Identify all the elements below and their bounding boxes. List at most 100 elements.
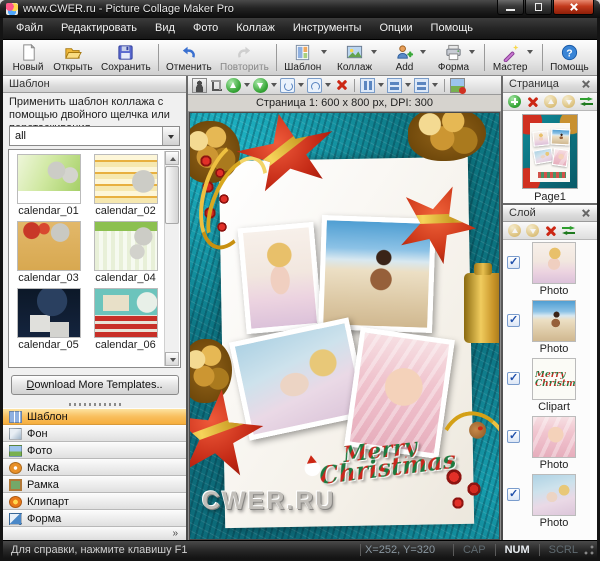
template-thumbnail[interactable] xyxy=(94,154,158,204)
menu-file[interactable]: Файл xyxy=(7,18,52,39)
crop-icon[interactable] xyxy=(209,78,224,93)
layer-visibility-checkbox[interactable] xyxy=(507,430,520,443)
layer-down-icon[interactable] xyxy=(526,224,539,237)
chevron-down-icon[interactable] xyxy=(244,83,250,87)
wizard-button[interactable]: Мастер xyxy=(488,41,531,74)
close-icon[interactable] xyxy=(581,79,591,89)
layer-item[interactable]: Photo xyxy=(503,416,597,474)
layer-visibility-checkbox[interactable] xyxy=(507,256,520,269)
layer-thumbnail[interactable] xyxy=(532,474,576,516)
remove-image-icon[interactable] xyxy=(450,78,465,93)
download-more-templates-button[interactable]: Download More Templates.. xyxy=(11,375,179,395)
align-vertical-icon[interactable] xyxy=(360,78,375,93)
undo-button[interactable]: Отменить xyxy=(162,41,216,74)
layer-thumbnail[interactable] xyxy=(532,242,576,284)
close-icon[interactable] xyxy=(581,208,591,218)
canvas-workspace[interactable]: Merry Christmas CWER.RU xyxy=(188,112,501,540)
layer-thumbnail[interactable] xyxy=(532,416,576,458)
chevron-down-icon[interactable] xyxy=(378,83,384,87)
template-scrollbar[interactable] xyxy=(164,151,179,366)
chevron-down-icon[interactable] xyxy=(371,50,377,54)
chevron-down-icon[interactable] xyxy=(405,83,411,87)
redo-button[interactable]: Повторить xyxy=(216,41,273,74)
swap-layers-icon[interactable] xyxy=(562,224,577,237)
collage-button[interactable]: Коллаж xyxy=(333,41,377,74)
template-thumbnail[interactable] xyxy=(94,288,158,338)
scroll-down-icon[interactable] xyxy=(165,352,179,366)
chevron-down-icon[interactable] xyxy=(271,83,277,87)
resize-grip[interactable] xyxy=(583,544,595,556)
layer-up-icon[interactable] xyxy=(508,224,521,237)
minimize-button[interactable] xyxy=(497,0,524,15)
add-page-icon[interactable] xyxy=(508,95,521,108)
menu-photo[interactable]: Фото xyxy=(184,18,227,39)
menu-collage[interactable]: Коллаж xyxy=(227,18,284,39)
select-photo-icon[interactable] xyxy=(192,78,207,93)
move-down-icon[interactable] xyxy=(253,78,268,93)
save-button[interactable]: Сохранить xyxy=(97,41,155,74)
sidebar-item-mask[interactable]: Маска xyxy=(3,459,186,476)
help-button[interactable]: ? Помощь xyxy=(546,41,593,74)
page-thumbnail[interactable] xyxy=(522,114,578,189)
chevron-down-icon[interactable] xyxy=(469,50,475,54)
layer-visibility-checkbox[interactable] xyxy=(507,314,520,327)
title-bar: www.CWER.ru - Picture Collage Maker Pro xyxy=(0,0,600,18)
chevron-more-icon[interactable]: » xyxy=(172,528,178,539)
distribute-icon[interactable] xyxy=(414,78,429,93)
menu-tools[interactable]: Инструменты xyxy=(284,18,371,39)
chevron-down-icon[interactable] xyxy=(325,83,331,87)
scrollbar-thumb[interactable] xyxy=(165,166,179,224)
layer-visibility-checkbox[interactable] xyxy=(507,488,520,501)
menu-help[interactable]: Помощь xyxy=(422,18,483,39)
layer-visibility-checkbox[interactable] xyxy=(507,372,520,385)
chevron-down-icon[interactable] xyxy=(162,127,179,145)
maximize-button[interactable] xyxy=(525,0,552,15)
layer-item[interactable]: Photo xyxy=(503,242,597,300)
delete-icon[interactable] xyxy=(334,78,349,93)
layer-item[interactable]: Photo xyxy=(503,300,597,358)
template-thumbnail[interactable] xyxy=(17,288,81,338)
new-button[interactable]: Новый xyxy=(7,41,49,74)
add-button[interactable]: Add xyxy=(383,41,425,74)
sidebar-item-photo[interactable]: Фото xyxy=(3,442,186,459)
collage-photo-1[interactable] xyxy=(238,222,323,334)
page-down-icon[interactable] xyxy=(562,95,575,108)
open-button[interactable]: Открыть xyxy=(49,41,97,74)
layer-item[interactable]: MerryChristmas Clipart xyxy=(503,358,597,416)
sidebar-item-background[interactable]: Фон xyxy=(3,425,186,442)
chevron-down-icon[interactable] xyxy=(527,50,533,54)
menu-edit[interactable]: Редактировать xyxy=(52,18,146,39)
close-button[interactable] xyxy=(553,0,594,15)
chevron-down-icon[interactable] xyxy=(298,83,304,87)
chevron-down-icon[interactable] xyxy=(420,50,426,54)
rotate-cw-icon[interactable] xyxy=(280,78,295,93)
delete-page-icon[interactable] xyxy=(526,95,539,108)
layer-item[interactable]: Photo xyxy=(503,474,597,532)
panel-splitter-handle[interactable] xyxy=(3,400,186,408)
template-thumbnail[interactable] xyxy=(17,221,81,271)
swap-pages-icon[interactable] xyxy=(580,95,595,108)
sidebar-item-template[interactable]: Шаблон xyxy=(3,408,186,425)
rotate-ccw-icon[interactable] xyxy=(307,78,322,93)
sidebar-item-clipart[interactable]: Клипарт xyxy=(3,493,186,510)
layer-thumbnail[interactable] xyxy=(532,300,576,342)
sidebar-overflow[interactable]: » xyxy=(3,527,186,540)
collage-page[interactable]: Merry Christmas CWER.RU xyxy=(190,113,499,539)
page-up-icon[interactable] xyxy=(544,95,557,108)
chevron-down-icon[interactable] xyxy=(432,83,438,87)
template-thumbnail[interactable] xyxy=(17,154,81,204)
chevron-down-icon[interactable] xyxy=(321,50,327,54)
delete-layer-icon[interactable] xyxy=(544,224,557,237)
template-filter-dropdown[interactable]: all xyxy=(9,126,180,146)
shape-button[interactable]: Форма xyxy=(432,41,474,74)
align-horizontal-icon[interactable] xyxy=(387,78,402,93)
sidebar-item-frame[interactable]: Рамка xyxy=(3,476,186,493)
scroll-up-icon[interactable] xyxy=(165,151,179,165)
layer-thumbnail[interactable]: MerryChristmas xyxy=(532,358,576,400)
menu-options[interactable]: Опции xyxy=(370,18,421,39)
template-button[interactable]: Шаблон xyxy=(280,41,326,74)
move-up-icon[interactable] xyxy=(226,78,241,93)
template-thumbnail[interactable] xyxy=(94,221,158,271)
menu-view[interactable]: Вид xyxy=(146,18,184,39)
sidebar-item-shape[interactable]: Форма xyxy=(3,510,186,527)
